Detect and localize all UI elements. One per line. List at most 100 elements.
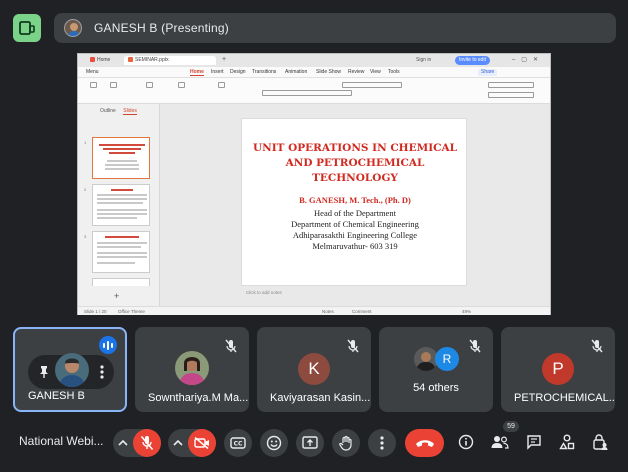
menu-view[interactable]: View bbox=[370, 69, 381, 75]
slide-text-line: Department of Chemical Engineering bbox=[291, 219, 419, 229]
mic-off-icon bbox=[347, 339, 359, 353]
svg-text:CC: CC bbox=[234, 441, 243, 448]
current-slide[interactable]: UNIT OPERATIONS IN CHEMICAL AND PETROCHE… bbox=[241, 118, 467, 286]
shared-screen: Home SEMINAR.pptx + Sign in Invite to ed… bbox=[77, 53, 551, 315]
tab-outline[interactable]: Outline bbox=[100, 108, 116, 114]
reset-icon[interactable] bbox=[218, 82, 225, 88]
chat-button[interactable] bbox=[523, 431, 545, 453]
activities-button[interactable] bbox=[556, 431, 578, 453]
present-layout-icon bbox=[19, 21, 35, 35]
paragraph-controls[interactable] bbox=[342, 82, 402, 88]
format-painter-icon[interactable] bbox=[90, 82, 97, 88]
captions-button[interactable]: CC bbox=[224, 429, 252, 457]
present-screen-button[interactable] bbox=[296, 429, 324, 457]
camera-off-icon bbox=[194, 437, 209, 449]
video-options-button[interactable] bbox=[169, 429, 187, 457]
layout-toggle-button[interactable] bbox=[13, 14, 41, 42]
participant-name: Kaviyarasan Kasin... bbox=[270, 392, 371, 404]
participant-tile[interactable]: P PETROCHEMICAL... bbox=[501, 327, 615, 412]
menu-slideshow[interactable]: Slide Show bbox=[316, 69, 341, 75]
shapes-controls[interactable] bbox=[488, 82, 534, 88]
slide-text-line: Melmaruvathur- 603 319 bbox=[312, 241, 398, 251]
theme-name: Office Theme bbox=[118, 309, 145, 314]
new-tab-button[interactable]: + bbox=[222, 56, 226, 63]
tab-home[interactable]: Home bbox=[86, 56, 122, 65]
menu-home[interactable]: Home bbox=[190, 69, 204, 76]
activities-icon bbox=[559, 434, 575, 450]
chat-icon bbox=[527, 435, 541, 450]
tab-slides[interactable]: Slides bbox=[123, 108, 137, 115]
slide-thumbnail[interactable] bbox=[92, 278, 150, 286]
slide-thumbnail[interactable] bbox=[92, 137, 150, 179]
participant-name: GANESH B bbox=[28, 390, 85, 402]
menu-design[interactable]: Design bbox=[230, 69, 246, 75]
mic-off-icon bbox=[140, 435, 154, 451]
slide-title-line: TECHNOLOGY bbox=[312, 172, 398, 184]
window-controls[interactable]: –▢✕ bbox=[512, 56, 544, 63]
speaking-indicator-icon bbox=[99, 336, 117, 354]
layout-icon[interactable] bbox=[178, 82, 185, 88]
ribbon-toolbar bbox=[78, 78, 550, 104]
people-icon bbox=[491, 436, 509, 449]
slide-canvas: UNIT OPERATIONS IN CHEMICAL AND PETROCHE… bbox=[160, 104, 550, 306]
slide-thumbnail[interactable] bbox=[92, 231, 150, 273]
slide-number: 2 bbox=[84, 187, 87, 192]
leave-call-button[interactable] bbox=[405, 429, 444, 457]
participant-tile[interactable]: GANESH B bbox=[13, 327, 127, 412]
more-vert-icon bbox=[380, 436, 384, 450]
pin-icon[interactable] bbox=[38, 365, 50, 379]
menu-review[interactable]: Review bbox=[348, 69, 364, 75]
zoom-level[interactable]: 49% bbox=[462, 309, 471, 314]
presenter-chip[interactable]: GANESH B (Presenting) bbox=[54, 13, 616, 43]
slides-panel: Outline Slides 1 2 3 + bbox=[78, 104, 160, 306]
meeting-details-button[interactable] bbox=[455, 431, 477, 453]
slide-count: Slide 1 / 20 bbox=[84, 309, 107, 314]
share-button[interactable]: Share bbox=[478, 69, 498, 76]
mic-off-icon bbox=[591, 339, 603, 353]
lock-person-icon bbox=[593, 434, 608, 450]
menu-tools[interactable]: Tools bbox=[388, 69, 400, 75]
people-button[interactable] bbox=[489, 431, 511, 453]
others-tile[interactable]: R 54 others bbox=[379, 327, 493, 412]
status-bar: Slide 1 / 20 Office Theme Notes Comment … bbox=[78, 306, 550, 315]
meeting-title[interactable]: National Webi... bbox=[19, 434, 104, 448]
slide-thumbnail[interactable] bbox=[92, 184, 150, 226]
tab-document[interactable]: SEMINAR.pptx bbox=[124, 56, 216, 65]
tab-document-label: SEMINAR.pptx bbox=[135, 57, 169, 63]
more-options-icon[interactable] bbox=[100, 365, 104, 379]
textbox-controls[interactable] bbox=[488, 92, 534, 98]
menu-insert[interactable]: Insert bbox=[211, 69, 224, 75]
participant-tile[interactable]: K Kaviyarasan Kasin... bbox=[257, 327, 371, 412]
app-tabbar: Home SEMINAR.pptx + Sign in Invite to ed… bbox=[78, 54, 550, 67]
host-controls-button[interactable] bbox=[589, 431, 611, 453]
notes-toggle[interactable]: Notes bbox=[322, 309, 334, 314]
font-controls[interactable] bbox=[262, 90, 352, 96]
presenter-label: GANESH B (Presenting) bbox=[94, 21, 229, 35]
new-slide-icon[interactable] bbox=[146, 82, 153, 88]
comment-toggle[interactable]: Comment bbox=[352, 309, 372, 314]
notes-placeholder[interactable]: Click to add notes bbox=[246, 290, 282, 295]
participant-initial-avatar: R bbox=[435, 347, 459, 371]
paste-icon[interactable] bbox=[110, 82, 117, 88]
participant-tile[interactable]: Sownthariya.M Ma... bbox=[135, 327, 249, 412]
menu-transitions[interactable]: Transitions bbox=[252, 69, 276, 75]
chevron-up-icon bbox=[173, 440, 183, 446]
camera-toggle-button[interactable] bbox=[188, 429, 216, 457]
slide-number: 1 bbox=[84, 140, 87, 145]
slide-author: B. GANESH, M. Tech., (Ph. D) bbox=[299, 195, 411, 205]
call-controls-bar: National Webi... CC bbox=[0, 420, 628, 472]
invite-button[interactable]: Invite to edit bbox=[455, 56, 490, 65]
panel-tabs: Outline Slides bbox=[100, 108, 137, 115]
add-slide-button[interactable]: + bbox=[114, 291, 119, 301]
more-options-button[interactable] bbox=[368, 429, 396, 457]
presenter-avatar bbox=[64, 19, 82, 37]
audio-options-button[interactable] bbox=[114, 429, 132, 457]
reactions-button[interactable] bbox=[260, 429, 288, 457]
raise-hand-button[interactable] bbox=[332, 429, 360, 457]
slide-title: UNIT OPERATIONS IN CHEMICAL AND PETROCHE… bbox=[242, 141, 468, 186]
sign-in-link[interactable]: Sign in bbox=[416, 57, 431, 63]
menu-animation[interactable]: Animation bbox=[285, 69, 307, 75]
microphone-toggle-button[interactable] bbox=[133, 429, 161, 457]
menu-main[interactable]: Menu bbox=[86, 69, 99, 75]
participant-initial-avatar: K bbox=[298, 353, 330, 385]
